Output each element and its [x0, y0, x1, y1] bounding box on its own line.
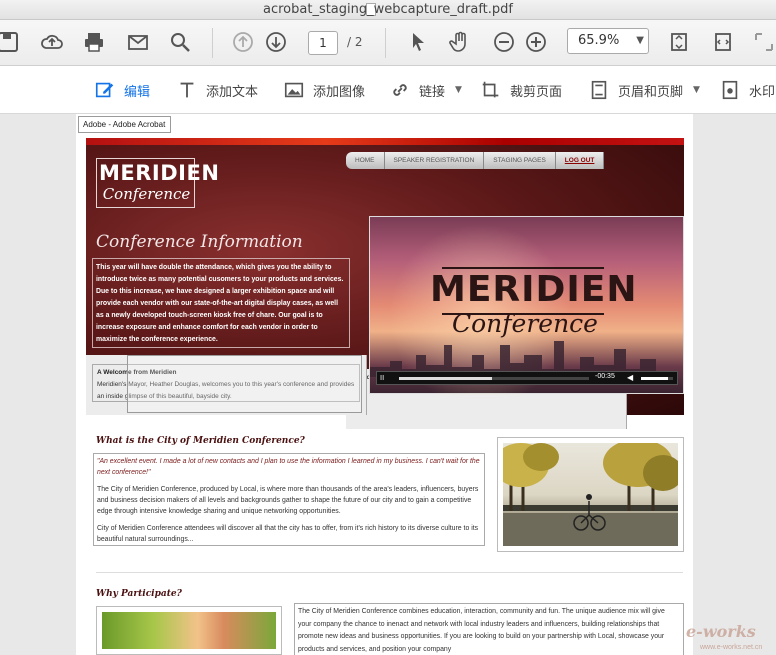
add-image-button[interactable]: 添加图像	[283, 79, 365, 101]
video-logo-sub: Conference	[452, 309, 598, 338]
zoom-level-select[interactable]: 65.9% ▼	[567, 28, 649, 54]
window-titlebar: acrobat_staging_webcapture_draft.pdf	[0, 0, 776, 20]
zoom-in-icon[interactable]	[522, 28, 550, 56]
page-total: / 2	[347, 35, 363, 49]
hero-top-strip	[86, 138, 684, 145]
hand-tool-icon[interactable]	[446, 28, 474, 56]
what-is-paragraph: City of Meridien Conference attendees wi…	[97, 525, 479, 543]
watermark-icon	[722, 80, 738, 100]
video-player[interactable]: MERIDIEN Conference II -00:35 ◀	[369, 216, 685, 395]
add-image-label: 添加图像	[313, 84, 366, 100]
volume-slider[interactable]	[641, 377, 673, 380]
what-is-paragraph: The City of Meridien Conference, produce…	[97, 486, 479, 515]
what-is-textbox: "An excellent event. I made a lot of new…	[93, 453, 485, 546]
edit-pdf-toolbar: 编辑 添加文本 添加图像 链接 ▼ 裁剪页面 页眉和页脚 ▼ 水印	[0, 66, 776, 114]
participant-photo-image	[102, 612, 276, 649]
chevron-down-icon: ▼	[455, 85, 462, 95]
zoom-out-icon[interactable]	[490, 28, 518, 56]
zoom-value: 65.9%	[578, 33, 620, 48]
previous-page-icon[interactable]	[229, 28, 257, 56]
site-nav: HOME SPEAKER REGISTRATION STAGING PAGES …	[346, 152, 627, 429]
cloud-upload-icon[interactable]	[38, 28, 66, 56]
nav-logout[interactable]: LOG OUT	[555, 152, 605, 169]
why-participate-heading: Why Participate?	[96, 589, 182, 599]
nav-staging-pages[interactable]: STAGING PAGES	[484, 152, 556, 169]
window-title: acrobat_staging_webcapture_draft.pdf	[263, 2, 513, 17]
participant-photo	[96, 606, 282, 655]
link-icon	[393, 84, 407, 96]
next-page-icon[interactable]	[262, 28, 290, 56]
chevron-down-icon: ▼	[693, 85, 700, 95]
main-toolbar: 1 / 2 65.9% ▼	[0, 20, 776, 66]
video-controls: II -00:35 ◀	[376, 371, 678, 385]
toolbar-divider	[385, 28, 386, 58]
header-footer-label: 页眉和页脚	[618, 84, 684, 100]
image-icon	[284, 82, 304, 98]
email-icon[interactable]	[124, 28, 152, 56]
video-progress-bar[interactable]	[399, 377, 589, 380]
what-is-heading: What is the City of Meridien Conference?	[96, 436, 305, 446]
select-cursor-icon[interactable]	[404, 28, 432, 56]
rotate-page-icon[interactable]	[709, 28, 737, 56]
tooltip: Adobe - Adobe Acrobat	[78, 116, 171, 133]
volume-icon[interactable]: ◀	[627, 373, 633, 382]
print-icon[interactable]	[80, 28, 108, 56]
watermark-logo: e-works	[686, 622, 756, 641]
watermark-label: 水印	[749, 84, 776, 100]
logo-main-text: MERIDIEN	[99, 161, 220, 185]
section-divider	[96, 572, 683, 573]
add-text-label: 添加文本	[206, 84, 259, 100]
link-button[interactable]: 链接 ▼	[389, 79, 462, 101]
link-label: 链接	[419, 84, 446, 100]
video-time: -00:35	[595, 373, 615, 380]
site-logo[interactable]: MERIDIEN Conference	[96, 158, 220, 208]
chevron-down-icon: ▼	[636, 35, 644, 46]
watermark-button[interactable]: 水印	[719, 79, 775, 101]
park-photo	[497, 437, 684, 552]
crop-icon	[482, 81, 499, 98]
header-footer-icon	[591, 80, 607, 100]
conference-text: This year will have double the attendanc…	[92, 258, 350, 348]
crop-pages-button[interactable]: 裁剪页面	[480, 79, 562, 101]
page-number-input[interactable]: 1	[308, 31, 338, 55]
text-icon	[180, 82, 194, 98]
selection-box	[127, 355, 362, 413]
header-footer-button[interactable]: 页眉和页脚 ▼	[588, 79, 700, 101]
video-progress-fill	[399, 377, 493, 380]
full-screen-icon[interactable]	[750, 28, 776, 56]
testimonial-quote: "An excellent event. I made a lot of new…	[97, 458, 480, 476]
fit-page-icon[interactable]	[665, 28, 693, 56]
conference-heading: Conference Information	[96, 232, 303, 252]
add-text-button[interactable]: 添加文本	[176, 79, 258, 101]
volume-fill	[641, 377, 669, 380]
toolbar-divider	[212, 28, 213, 58]
crop-pages-label: 裁剪页面	[510, 84, 563, 100]
nav-home[interactable]: HOME	[346, 152, 385, 169]
why-participate-text: The City of Meridien Conference combines…	[294, 603, 684, 655]
search-icon[interactable]	[166, 28, 194, 56]
pause-icon[interactable]: II	[380, 374, 390, 383]
nav-speaker-registration[interactable]: SPEAKER REGISTRATION	[384, 152, 485, 169]
park-photo-image	[503, 443, 678, 546]
watermark-url: www.e-works.net.cn	[700, 644, 763, 651]
edit-button[interactable]: 编辑	[94, 79, 150, 101]
logo-sub-text: Conference	[102, 185, 191, 203]
edit-label: 编辑	[124, 84, 151, 100]
video-logo-main: MERIDIEN	[430, 269, 638, 310]
edit-icon	[95, 82, 114, 98]
save-icon[interactable]	[0, 28, 22, 56]
